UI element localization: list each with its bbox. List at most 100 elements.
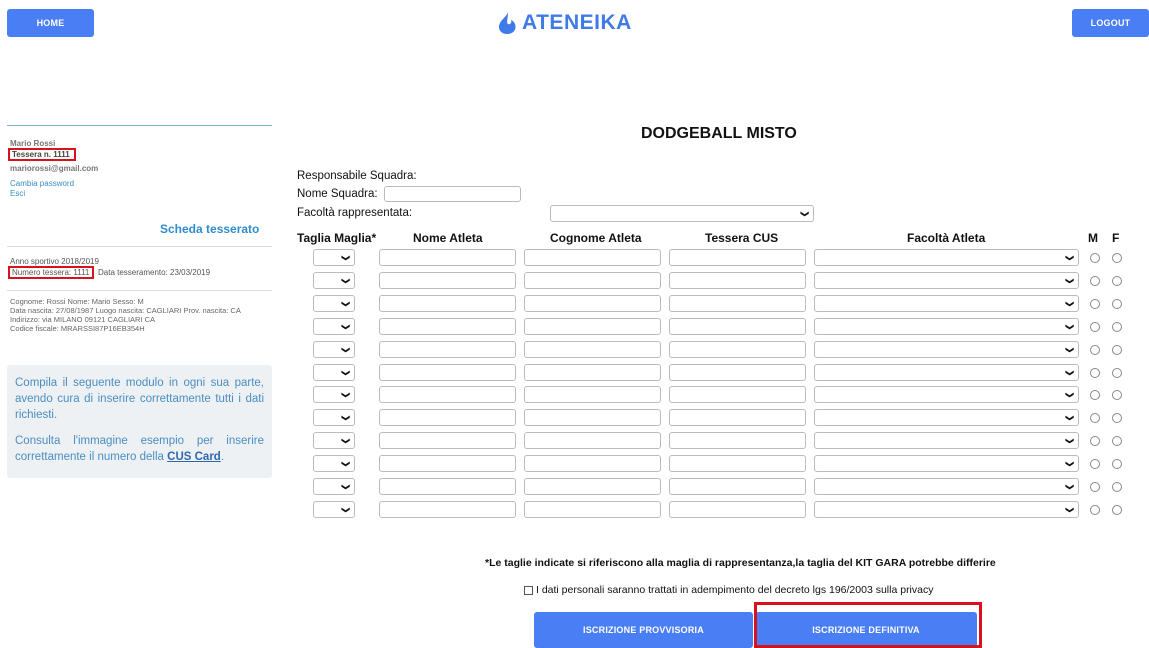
last-name-input[interactable] xyxy=(524,432,661,449)
athlete-faculty-select[interactable]: ❯ xyxy=(814,432,1079,449)
last-name-input[interactable] xyxy=(524,386,661,403)
first-name-input[interactable] xyxy=(379,341,516,358)
gender-m-radio[interactable] xyxy=(1090,482,1100,492)
gender-m-radio[interactable] xyxy=(1090,413,1100,423)
first-name-input[interactable] xyxy=(379,478,516,495)
last-name-input[interactable] xyxy=(524,409,661,426)
gender-m-radio[interactable] xyxy=(1090,253,1100,263)
athlete-faculty-select[interactable]: ❯ xyxy=(814,501,1079,518)
athlete-faculty-select[interactable]: ❯ xyxy=(814,341,1079,358)
first-name-input[interactable] xyxy=(379,272,516,289)
card-number-input[interactable] xyxy=(669,364,806,381)
logout-button[interactable]: LOGOUT xyxy=(1072,9,1149,37)
gender-f-radio[interactable] xyxy=(1112,482,1122,492)
first-name-input[interactable] xyxy=(379,501,516,518)
athlete-faculty-select[interactable]: ❯ xyxy=(814,249,1079,266)
last-name-input[interactable] xyxy=(524,501,661,518)
col-header-f: F xyxy=(1112,231,1120,245)
card-number-input[interactable] xyxy=(669,318,806,335)
table-row: ❯ ❯ xyxy=(0,341,1149,359)
faculty-select[interactable]: ❯ xyxy=(550,205,814,222)
logout-link[interactable]: Esci xyxy=(10,189,25,199)
card-number-input[interactable] xyxy=(669,455,806,472)
sidebar-divider xyxy=(7,125,272,126)
last-name-input[interactable] xyxy=(524,272,661,289)
gender-f-radio[interactable] xyxy=(1112,459,1122,469)
size-select[interactable]: ❯ xyxy=(313,409,355,426)
provisional-registration-button[interactable]: ISCRIZIONE PROVVISORIA xyxy=(534,612,753,648)
col-header-last-name: Cognome Atleta xyxy=(550,231,642,245)
size-select[interactable]: ❯ xyxy=(313,501,355,518)
gender-f-radio[interactable] xyxy=(1112,276,1122,286)
gender-f-radio[interactable] xyxy=(1112,322,1122,332)
gender-f-radio[interactable] xyxy=(1112,413,1122,423)
privacy-consent[interactable]: I dati personali saranno trattati in ade… xyxy=(524,584,933,596)
size-select[interactable]: ❯ xyxy=(313,341,355,358)
athlete-faculty-select[interactable]: ❯ xyxy=(814,295,1079,312)
card-number-input[interactable] xyxy=(669,386,806,403)
gender-f-radio[interactable] xyxy=(1112,436,1122,446)
athlete-faculty-select[interactable]: ❯ xyxy=(814,409,1079,426)
card-number-input[interactable] xyxy=(669,341,806,358)
home-button[interactable]: HOME xyxy=(7,9,94,37)
gender-f-radio[interactable] xyxy=(1112,253,1122,263)
gender-m-radio[interactable] xyxy=(1090,368,1100,378)
gender-f-radio[interactable] xyxy=(1112,299,1122,309)
athlete-faculty-select[interactable]: ❯ xyxy=(814,364,1079,381)
last-name-input[interactable] xyxy=(524,478,661,495)
last-name-input[interactable] xyxy=(524,318,661,335)
gender-f-radio[interactable] xyxy=(1112,368,1122,378)
first-name-input[interactable] xyxy=(379,364,516,381)
card-number-input[interactable] xyxy=(669,272,806,289)
gender-f-radio[interactable] xyxy=(1112,505,1122,515)
gender-m-radio[interactable] xyxy=(1090,276,1100,286)
last-name-input[interactable] xyxy=(524,455,661,472)
col-header-faculty: Facoltà Atleta xyxy=(907,231,986,245)
card-number-input[interactable] xyxy=(669,432,806,449)
gender-f-radio[interactable] xyxy=(1112,345,1122,355)
first-name-input[interactable] xyxy=(379,318,516,335)
size-select[interactable]: ❯ xyxy=(313,364,355,381)
size-select[interactable]: ❯ xyxy=(313,295,355,312)
gender-m-radio[interactable] xyxy=(1090,505,1100,515)
size-select[interactable]: ❯ xyxy=(313,455,355,472)
athlete-faculty-select[interactable]: ❯ xyxy=(814,455,1079,472)
first-name-input[interactable] xyxy=(379,249,516,266)
first-name-input[interactable] xyxy=(379,386,516,403)
athlete-faculty-select[interactable]: ❯ xyxy=(814,272,1079,289)
gender-m-radio[interactable] xyxy=(1090,322,1100,332)
size-select[interactable]: ❯ xyxy=(313,318,355,335)
athlete-faculty-select[interactable]: ❯ xyxy=(814,478,1079,495)
card-number-input[interactable] xyxy=(669,249,806,266)
privacy-checkbox[interactable] xyxy=(524,585,533,595)
last-name-input[interactable] xyxy=(524,341,661,358)
last-name-input[interactable] xyxy=(524,364,661,381)
athlete-faculty-select[interactable]: ❯ xyxy=(814,386,1079,403)
size-select[interactable]: ❯ xyxy=(313,478,355,495)
size-select[interactable]: ❯ xyxy=(313,386,355,403)
card-number-input[interactable] xyxy=(669,409,806,426)
gender-m-radio[interactable] xyxy=(1090,390,1100,400)
first-name-input[interactable] xyxy=(379,295,516,312)
size-select[interactable]: ❯ xyxy=(313,249,355,266)
gender-m-radio[interactable] xyxy=(1090,459,1100,469)
card-number-input[interactable] xyxy=(669,478,806,495)
first-name-input[interactable] xyxy=(379,432,516,449)
gender-m-radio[interactable] xyxy=(1090,436,1100,446)
last-name-input[interactable] xyxy=(524,295,661,312)
first-name-input[interactable] xyxy=(379,455,516,472)
first-name-input[interactable] xyxy=(379,409,516,426)
gender-f-radio[interactable] xyxy=(1112,390,1122,400)
brand-logo[interactable]: ATENEIKA xyxy=(497,10,632,36)
team-name-input[interactable] xyxy=(384,186,521,202)
change-password-link[interactable]: Cambia password xyxy=(10,179,74,189)
card-number-input[interactable] xyxy=(669,295,806,312)
chevron-down-icon: ❯ xyxy=(1065,277,1075,285)
gender-m-radio[interactable] xyxy=(1090,345,1100,355)
size-select[interactable]: ❯ xyxy=(313,432,355,449)
size-select[interactable]: ❯ xyxy=(313,272,355,289)
athlete-faculty-select[interactable]: ❯ xyxy=(814,318,1079,335)
gender-m-radio[interactable] xyxy=(1090,299,1100,309)
last-name-input[interactable] xyxy=(524,249,661,266)
card-number-input[interactable] xyxy=(669,501,806,518)
